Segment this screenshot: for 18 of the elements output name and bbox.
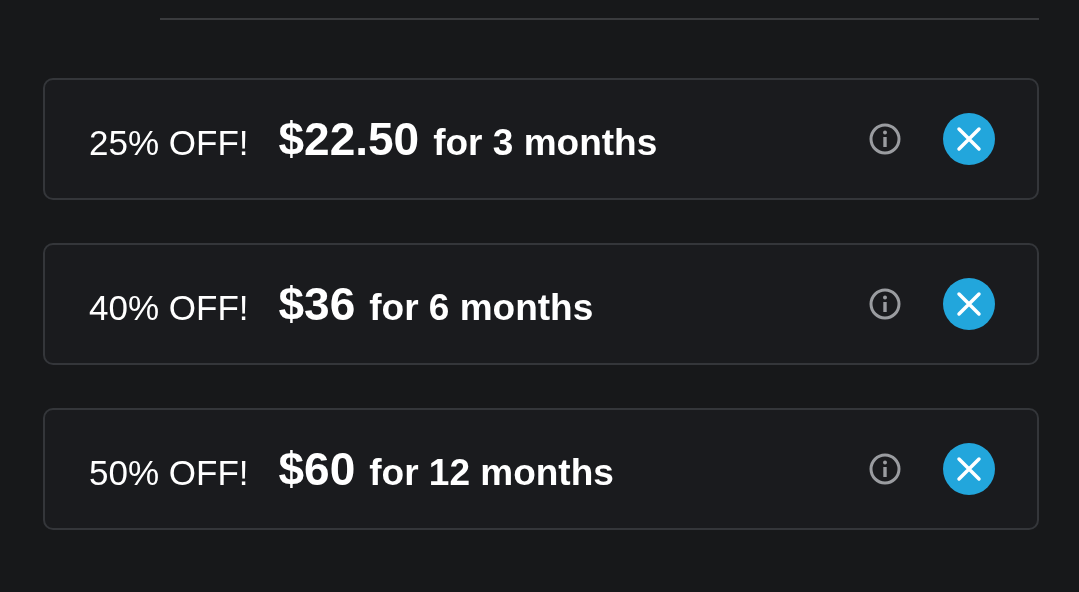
- remove-button[interactable]: [943, 113, 995, 165]
- discount-label: 25% OFF!: [89, 121, 249, 164]
- info-icon[interactable]: [869, 288, 901, 320]
- close-icon: [956, 456, 982, 482]
- bundle-price: $22.50: [278, 111, 420, 167]
- bundle-duration: for 12 months: [369, 451, 614, 496]
- info-icon[interactable]: [869, 453, 901, 485]
- bundle-price: $36: [278, 276, 356, 332]
- bundle-duration: for 3 months: [433, 121, 658, 166]
- info-icon[interactable]: [869, 123, 901, 155]
- remove-button[interactable]: [943, 443, 995, 495]
- remove-button[interactable]: [943, 278, 995, 330]
- close-icon: [956, 291, 982, 317]
- discount-label: 40% OFF!: [89, 286, 249, 329]
- close-icon: [956, 126, 982, 152]
- bundle-duration: for 6 months: [369, 286, 594, 331]
- bundle-price: $60: [278, 441, 356, 497]
- discount-label: 50% OFF!: [89, 451, 249, 494]
